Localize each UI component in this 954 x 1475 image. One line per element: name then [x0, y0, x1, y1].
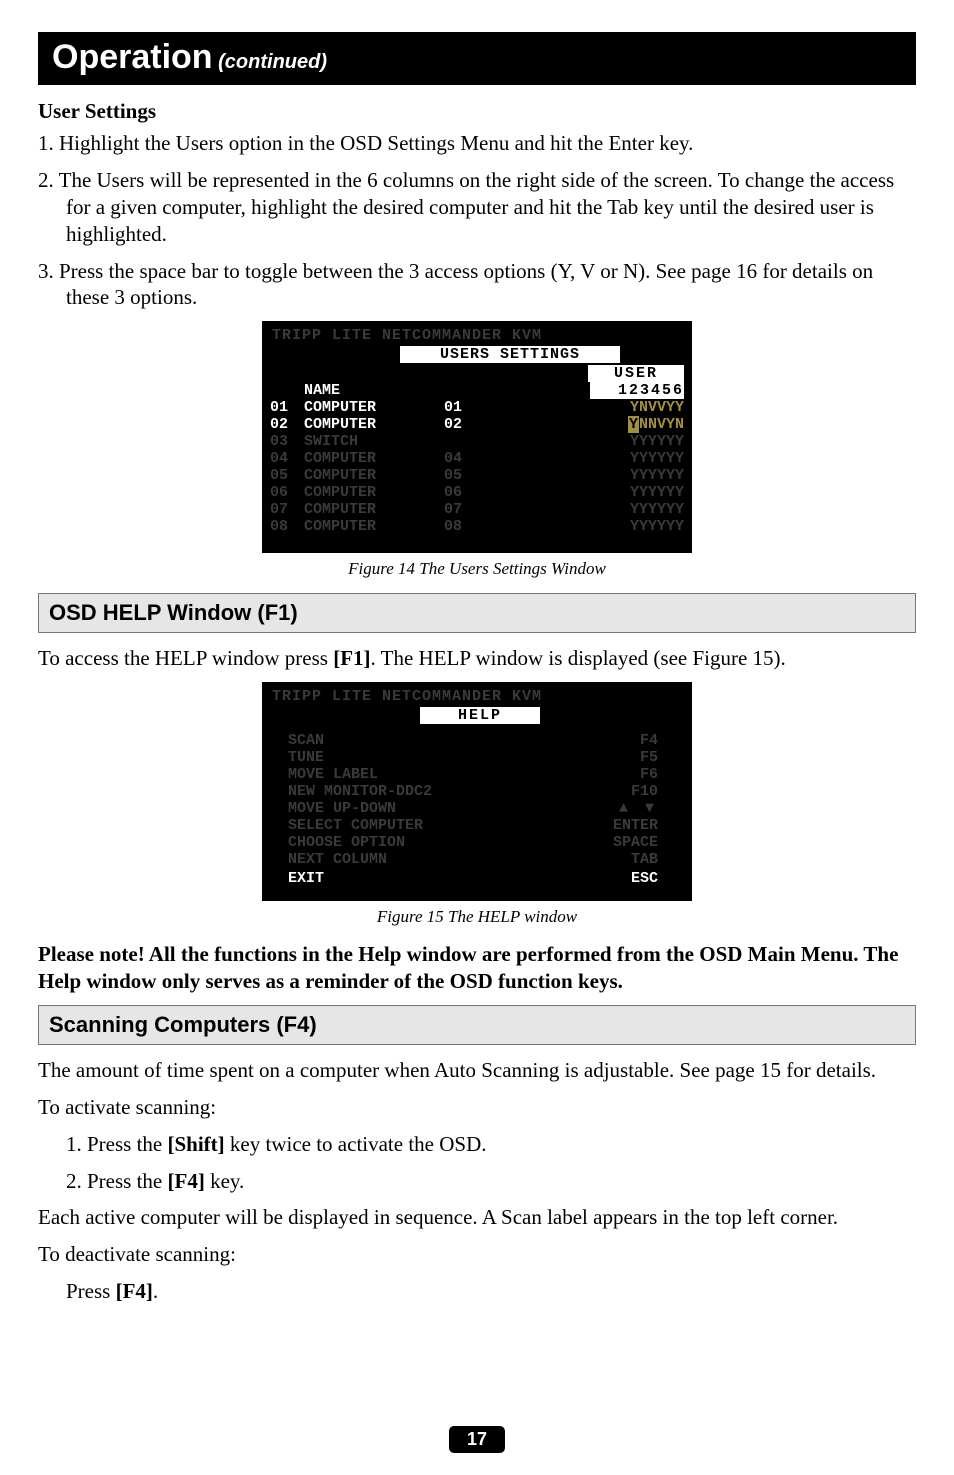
scan-step-3: Press [F4].: [38, 1278, 916, 1305]
help-row-key: ENTER: [613, 817, 658, 834]
osd-row-user: YYYYYY: [588, 433, 684, 450]
osd-123456-header: 123456: [590, 382, 684, 399]
osd-row-user: YNVVYY: [588, 399, 684, 416]
osd-user-header: USER: [588, 365, 684, 382]
osd-row-num: 06: [270, 484, 304, 501]
help-row-key: ▲ ▼: [619, 800, 658, 817]
osd-row-user: YYYYYY: [588, 518, 684, 535]
osd-row-num2: 08: [444, 518, 504, 535]
scanning-heading: Scanning Computers (F4): [38, 1005, 916, 1045]
osd2-subtitle: HELP: [420, 707, 540, 724]
help-row-label: NEW MONITOR-DDC2: [288, 783, 432, 800]
osd-row-name: COMPUTER: [304, 399, 444, 416]
osd-row-user: YYYYYY: [588, 467, 684, 484]
osd-row-name: COMPUTER: [304, 450, 444, 467]
osd-subtitle: USERS SETTINGS: [400, 346, 620, 363]
help-row-key: SPACE: [613, 834, 658, 851]
osd-row-name: SWITCH: [304, 433, 444, 450]
help-row-label: TUNE: [288, 749, 324, 766]
osd-row: 08COMPUTER08 YYYYYY: [270, 518, 684, 535]
help-row: NEXT COLUMN TAB: [270, 851, 684, 868]
user-settings-title: User Settings: [38, 99, 916, 124]
please-note: Please note! All the functions in the He…: [38, 941, 916, 995]
osd-help-heading: OSD HELP Window (F1): [38, 593, 916, 633]
osd-row-name: COMPUTER: [304, 467, 444, 484]
osd-row-num2: 02: [444, 416, 504, 433]
help-row-label: SCAN: [288, 732, 324, 749]
user-settings-step-1: 1. Highlight the Users option in the OSD…: [38, 130, 916, 157]
osd-row-num2: 01: [444, 399, 504, 416]
figure-14-caption: Figure 14 The Users Settings Window: [38, 559, 916, 579]
osd-row-name: COMPUTER: [304, 501, 444, 518]
osd-row-num: 04: [270, 450, 304, 467]
help-row: TUNE F5: [270, 749, 684, 766]
user-settings-step-3: 3. Press the space bar to toggle between…: [38, 258, 916, 312]
help-row: NEW MONITOR-DDC2 F10: [270, 783, 684, 800]
osd-row-user: YNNVYN: [588, 416, 684, 433]
help-row-label: SELECT COMPUTER: [288, 817, 423, 834]
osd-name-header: NAME: [304, 382, 444, 399]
scan-step-2: 2. Press the [F4] key.: [38, 1168, 916, 1195]
help-row-key: F5: [640, 749, 658, 766]
help-row-label: MOVE UP-DOWN: [288, 800, 396, 817]
osd-row-num: 08: [270, 518, 304, 535]
help-row: MOVE LABEL F6: [270, 766, 684, 783]
user-settings-step-2: 2. The Users will be represented in the …: [38, 167, 916, 248]
osd-row-num: 03: [270, 433, 304, 450]
help-row-key: F6: [640, 766, 658, 783]
osd-row-num: 05: [270, 467, 304, 484]
osd-row-name: COMPUTER: [304, 518, 444, 535]
scan-p1: The amount of time spent on a computer w…: [38, 1057, 916, 1084]
osd-row-user: YYYYYY: [588, 484, 684, 501]
help-row-label: MOVE LABEL: [288, 766, 378, 783]
help-row-label: NEXT COLUMN: [288, 851, 387, 868]
osd-row-num2: 04: [444, 450, 504, 467]
scan-step-1: 1. Press the [Shift] key twice to activa…: [38, 1131, 916, 1158]
osd2-brand: TRIPP LITE NETCOMMANDER KVM: [270, 688, 684, 705]
osd-row-name: COMPUTER: [304, 484, 444, 501]
figure-15-caption: Figure 15 The HELP window: [38, 907, 916, 927]
page-number: 17: [449, 1426, 505, 1453]
scan-p2: To activate scanning:: [38, 1094, 916, 1121]
osd-row-num2: 06: [444, 484, 504, 501]
help-exit-label: EXIT: [288, 870, 324, 887]
osd-row-num: 02: [270, 416, 304, 433]
osd-row-user: YYYYYY: [588, 450, 684, 467]
osd-row-num2: 07: [444, 501, 504, 518]
users-settings-window: TRIPP LITE NETCOMMANDER KVM USERS SETTIN…: [38, 321, 916, 553]
osd-row: 06COMPUTER06 YYYYYY: [270, 484, 684, 501]
help-row: SCAN F4: [270, 732, 684, 749]
help-row-key: F4: [640, 732, 658, 749]
scan-p3: Each active computer will be displayed i…: [38, 1204, 916, 1231]
header-sub: (continued): [213, 51, 327, 73]
osd-row-num2: 05: [444, 467, 504, 484]
help-row: SELECT COMPUTER ENTER: [270, 817, 684, 834]
osd-row-num: 07: [270, 501, 304, 518]
help-row: MOVE UP-DOWN ▲ ▼: [270, 800, 684, 817]
help-row: CHOOSE OPTION SPACE: [270, 834, 684, 851]
scan-p4: To deactivate scanning:: [38, 1241, 916, 1268]
help-intro: To access the HELP window press [F1]. Th…: [38, 645, 916, 672]
help-row-key: TAB: [631, 851, 658, 868]
osd-row-name: COMPUTER: [304, 416, 444, 433]
osd-brand: TRIPP LITE NETCOMMANDER KVM: [270, 327, 684, 344]
help-window: TRIPP LITE NETCOMMANDER KVM HELP SCANF4T…: [38, 682, 916, 901]
osd-row: 05COMPUTER05 YYYYYY: [270, 467, 684, 484]
header-main: Operation: [52, 38, 213, 76]
osd-row: 01COMPUTER01 YNVVYY: [270, 399, 684, 416]
section-header: Operation (continued): [38, 32, 916, 85]
help-row-key: F10: [631, 783, 658, 800]
osd-row-num2: [444, 433, 504, 450]
osd-row: 02COMPUTER02 YNNVYN: [270, 416, 684, 433]
help-row-label: CHOOSE OPTION: [288, 834, 405, 851]
osd-row-num: 01: [270, 399, 304, 416]
osd-row: 04COMPUTER04 YYYYYY: [270, 450, 684, 467]
osd-row-user: YYYYYY: [588, 501, 684, 518]
osd-row: 03SWITCH YYYYYY: [270, 433, 684, 450]
help-esc-label: ESC: [631, 870, 658, 887]
osd-row: 07COMPUTER07 YYYYYY: [270, 501, 684, 518]
